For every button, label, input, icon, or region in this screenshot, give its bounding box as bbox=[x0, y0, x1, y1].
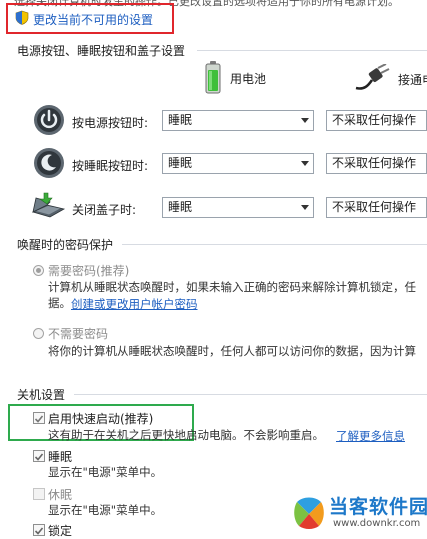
create-password-link[interactable]: 创建或更改用户帐户密码 bbox=[71, 296, 198, 312]
power-section-title: 电源按钮、睡眠按钮和盖子设置 bbox=[17, 44, 186, 58]
uac-shield-icon bbox=[15, 10, 29, 28]
sleep-checkbox[interactable] bbox=[33, 450, 45, 462]
watermark-logo-icon bbox=[294, 497, 324, 529]
close-lid-label: 关闭盖子时: bbox=[72, 203, 137, 217]
lock-checkbox[interactable] bbox=[33, 524, 45, 536]
learn-more-link[interactable]: 了解更多信息 bbox=[336, 428, 405, 444]
section-divider bbox=[197, 50, 427, 51]
require-password-label: 需要密码(推荐) bbox=[48, 264, 130, 278]
close-lid-plugged-select[interactable]: 不采取任何操作 bbox=[326, 197, 427, 218]
select-value: 不采取任何操作 bbox=[332, 156, 417, 170]
checkmark-icon bbox=[34, 527, 44, 535]
select-value: 不采取任何操作 bbox=[332, 113, 417, 127]
power-button-plugged-select[interactable]: 不采取任何操作 bbox=[326, 110, 427, 131]
require-password-radio[interactable] bbox=[33, 265, 44, 276]
power-plug-icon bbox=[354, 63, 390, 95]
watermark-name: 当客软件园 bbox=[329, 496, 427, 518]
chevron-down-icon bbox=[301, 118, 309, 123]
no-password-label: 不需要密码 bbox=[48, 327, 109, 341]
sleep-label: 睡眠 bbox=[48, 450, 73, 464]
radio-dot bbox=[36, 268, 41, 273]
shutdown-section-title: 关机设置 bbox=[17, 388, 66, 402]
fast-startup-checkbox[interactable] bbox=[33, 412, 45, 424]
section-divider bbox=[74, 394, 427, 395]
battery-column-header: 用电池 bbox=[204, 60, 266, 97]
plugged-column-label: 接通电源 bbox=[398, 73, 427, 87]
chevron-down-icon bbox=[301, 205, 309, 210]
power-button-label: 按电源按钮时: bbox=[72, 116, 149, 130]
password-section-title: 唤醒时的密码保护 bbox=[17, 238, 114, 252]
power-button-icon bbox=[33, 104, 65, 139]
fast-startup-desc: 这有助于在关机之后更快地启动电脑。不会影响重启。 bbox=[48, 428, 324, 442]
sleep-button-label: 按睡眠按钮时: bbox=[72, 159, 149, 173]
sleep-desc: 显示在"电源"菜单中。 bbox=[48, 465, 163, 479]
fast-startup-label: 启用快速启动(推荐) bbox=[48, 412, 154, 426]
sleep-button-icon bbox=[33, 147, 65, 182]
select-value: 睡眠 bbox=[168, 156, 193, 170]
chevron-down-icon bbox=[301, 161, 309, 166]
select-value: 睡眠 bbox=[168, 113, 193, 127]
change-settings-label: 更改当前不可用的设置 bbox=[33, 12, 154, 27]
sleep-button-battery-select[interactable]: 睡眠 bbox=[162, 153, 314, 174]
hibernate-label: 休眠 bbox=[48, 488, 73, 502]
require-password-desc-line1: 计算机从睡眠状态唤醒时，如果未输入正确的密码来解除计算机锁定，任 bbox=[48, 280, 416, 294]
hibernate-desc: 显示在"电源"菜单中。 bbox=[48, 503, 163, 517]
watermark: 当客软件园 www.downkr.com bbox=[293, 490, 427, 536]
battery-icon bbox=[204, 60, 222, 97]
no-password-desc: 将你的计算机从睡眠状态唤醒时，任何人都可以访问你的数据，因为计算 bbox=[48, 344, 416, 358]
section-divider bbox=[122, 244, 427, 245]
sleep-button-plugged-select[interactable]: 不采取任何操作 bbox=[326, 153, 427, 174]
select-value: 不采取任何操作 bbox=[332, 200, 417, 214]
laptop-lid-icon bbox=[30, 190, 66, 223]
battery-column-label: 用电池 bbox=[230, 72, 267, 86]
power-button-battery-select[interactable]: 睡眠 bbox=[162, 110, 314, 131]
watermark-url: www.downkr.com bbox=[333, 518, 421, 529]
hibernate-checkbox[interactable] bbox=[33, 488, 45, 500]
checkmark-icon bbox=[34, 415, 44, 423]
require-password-desc-line2: 据。 bbox=[48, 296, 71, 310]
lock-label: 锁定 bbox=[48, 524, 73, 538]
close-lid-battery-select[interactable]: 睡眠 bbox=[162, 197, 314, 218]
plugged-column-header: 接通电源 bbox=[354, 63, 427, 95]
change-settings-link[interactable]: 更改当前不可用的设置 bbox=[15, 10, 153, 28]
select-value: 睡眠 bbox=[168, 200, 193, 214]
no-password-radio[interactable] bbox=[33, 328, 44, 339]
checkmark-icon bbox=[34, 453, 44, 461]
